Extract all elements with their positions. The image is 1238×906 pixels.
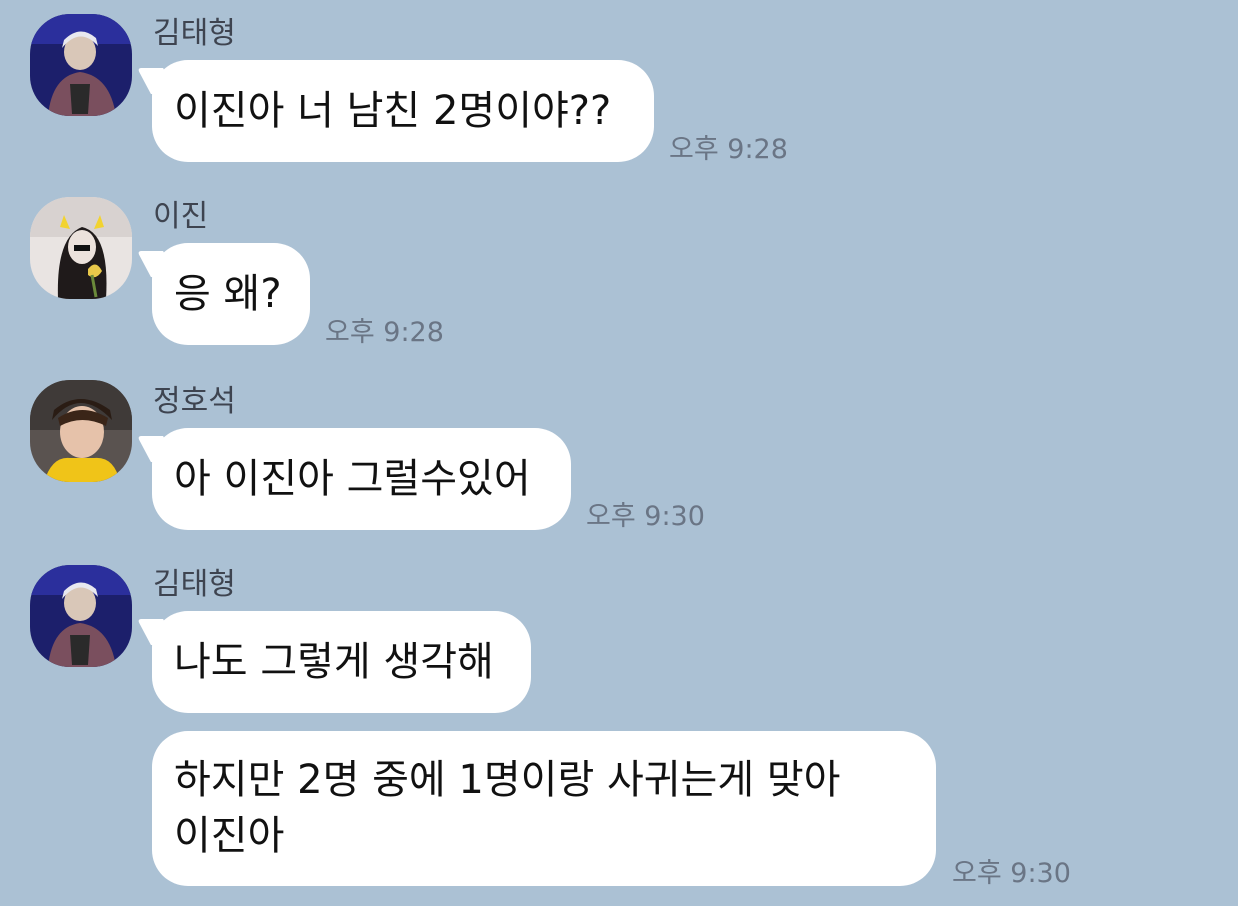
message-time: 오후 9:28 — [669, 134, 788, 165]
avatar-ijin[interactable] — [30, 197, 132, 299]
sender-name: 김태형 — [153, 16, 236, 51]
message-text: 아 이진아 그럴수있어 — [174, 456, 531, 502]
avatar-jeonghoseok[interactable] — [30, 380, 132, 482]
message-text: 이진아 너 남친 2명이야?? — [174, 88, 612, 134]
message-text-line: 이진아 — [174, 813, 285, 859]
message-bubble[interactable]: 아 이진아 그럴수있어 — [152, 428, 571, 530]
message-text: 나도 그렇게 생각해 — [174, 639, 494, 685]
message-time: 오후 9:28 — [325, 317, 444, 348]
sender-name: 정호석 — [153, 384, 236, 419]
sender-name: 이진 — [153, 199, 209, 234]
message-bubble[interactable]: 하지만 2명 중에 1명이랑 사귀는게 맞아 이진아 — [152, 731, 936, 886]
chat-room: 김태형 이진아 너 남친 2명이야?? 오후 9:28 이진 응 왜? 오후 9… — [0, 0, 1238, 906]
sender-name: 김태형 — [153, 567, 236, 602]
message-text-line: 하지만 2명 중에 1명이랑 사귀는게 맞아 — [174, 757, 841, 803]
avatar-kimtaehyung[interactable] — [30, 14, 132, 116]
message-bubble[interactable]: 응 왜? — [152, 243, 310, 345]
avatar-kimtaehyung[interactable] — [30, 565, 132, 667]
message-text: 응 왜? — [174, 271, 282, 317]
message-time: 오후 9:30 — [586, 501, 705, 532]
message-bubble[interactable]: 이진아 너 남친 2명이야?? — [152, 60, 654, 162]
message-time: 오후 9:30 — [952, 858, 1071, 889]
message-bubble[interactable]: 나도 그렇게 생각해 — [152, 611, 531, 713]
